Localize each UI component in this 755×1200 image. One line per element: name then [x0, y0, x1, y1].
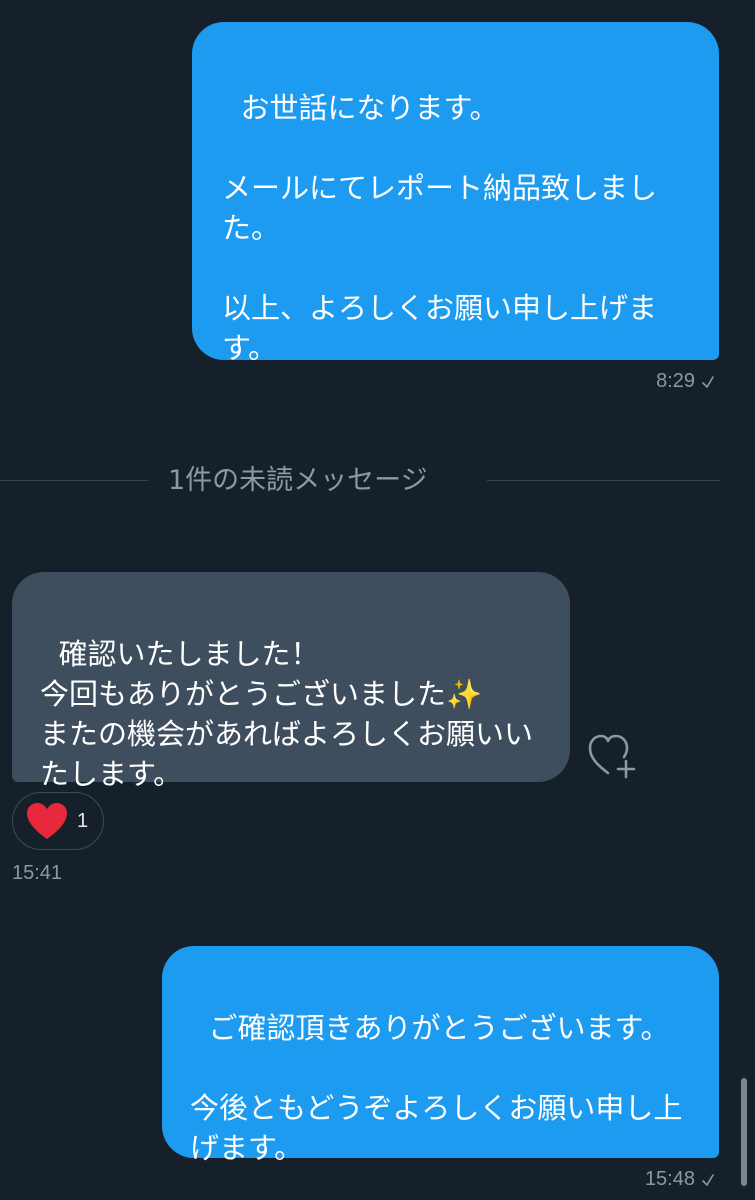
divider-line-left	[0, 480, 148, 481]
check-icon	[702, 375, 714, 388]
add-reaction-button[interactable]	[588, 733, 640, 781]
sent-message-bubble[interactable]: ご確認頂きありがとうございます。 今後ともどうぞよろしくお願い申し上げます。	[162, 946, 719, 1165]
message-time: 15:41	[12, 862, 63, 884]
message-meta: 15:41	[12, 862, 62, 885]
message-text: ご確認頂きありがとうございます。 今後ともどうぞよろしくお願い申し上げます。	[190, 1011, 683, 1165]
reaction-count: 1	[77, 809, 89, 832]
red-heart-icon	[27, 803, 67, 839]
unread-divider-label: 1件の未読メッセージ	[168, 465, 428, 496]
unread-divider: 1件の未読メッセージ	[0, 456, 755, 500]
message-meta: 8:29	[656, 370, 715, 393]
scrollbar-thumb[interactable]	[741, 1078, 747, 1186]
divider-line-right	[487, 480, 720, 481]
message-meta: 15:48	[645, 1168, 715, 1191]
reaction-pill[interactable]: 1	[12, 792, 104, 850]
received-message-bubble[interactable]: 確認いたしました！ 今回もありがとうございました✨ またの機会があればよろしくお…	[12, 572, 570, 791]
check-icon	[702, 1173, 714, 1186]
sent-message-bubble[interactable]: お世話になります。 メールにてレポート納品致しました。 以上、よろしくお願い申し…	[192, 22, 719, 365]
message-time: 15:48	[644, 1168, 695, 1190]
message-text: 確認いたしました！ 今回もありがとうございました✨ またの機会があればよろしくお…	[40, 637, 534, 791]
message-text: お世話になります。 メールにてレポート納品致しました。 以上、よろしくお願い申し…	[222, 91, 658, 365]
message-time: 8:29	[656, 370, 695, 392]
heart-plus-icon	[588, 734, 636, 779]
